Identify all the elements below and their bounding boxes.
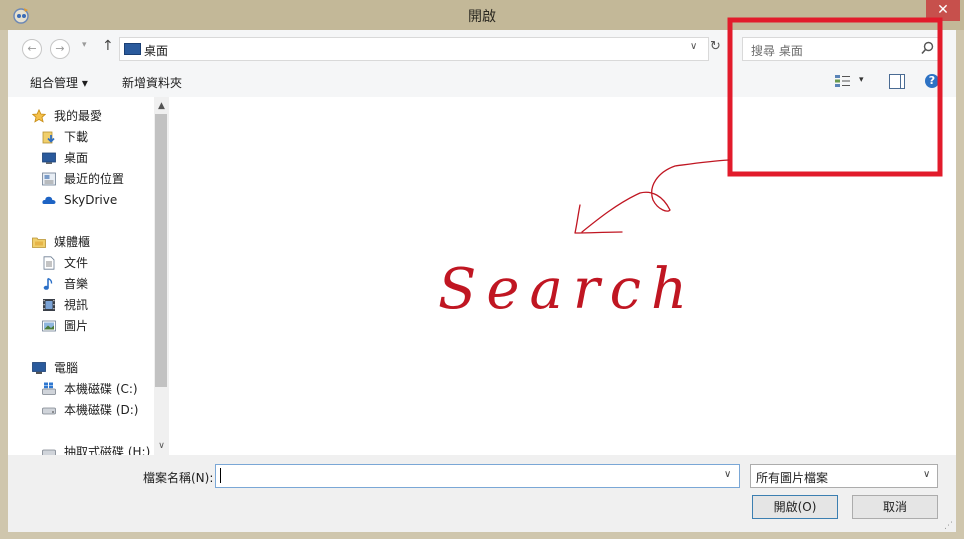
drive-icon: [42, 407, 56, 415]
removable-drive-icon: [42, 449, 56, 455]
video-icon: [43, 299, 55, 311]
desktop-icon: [124, 43, 141, 55]
picture-icon: [42, 320, 56, 332]
scroll-up-arrow-icon[interactable]: ▲: [155, 101, 168, 111]
sidebar-item-label: 文件: [64, 256, 89, 270]
sidebar-item-label: 本機磁碟 (C:): [64, 382, 138, 396]
address-text: 桌面: [144, 44, 169, 58]
sidebar-item-label: SkyDrive: [64, 193, 118, 207]
views-dropdown-icon[interactable]: ▾: [859, 75, 864, 85]
sidebar-scroll-thumb[interactable]: [155, 114, 167, 387]
file-selection-bar: 檔案名稱(N): ∨ 所有圖片檔案 ∨ 開啟(O) 取消 ⋰: [8, 455, 956, 532]
address-bar[interactable]: 桌面 ∨: [119, 37, 709, 61]
resize-grip-icon[interactable]: ⋰: [944, 521, 953, 531]
file-list-area[interactable]: [169, 97, 956, 455]
filename-dropdown-icon[interactable]: ∨: [724, 469, 731, 480]
filetype-dropdown-icon[interactable]: ∨: [923, 469, 930, 480]
open-button[interactable]: 開啟(O): [752, 495, 838, 519]
star-icon: [32, 109, 46, 123]
skydrive-cloud-icon: [42, 196, 56, 204]
sidebar-item-label: 媒體櫃: [54, 235, 91, 249]
sidebar-item-label: 視訊: [64, 298, 89, 312]
views-icon[interactable]: [834, 74, 852, 88]
search-icon[interactable]: [921, 41, 934, 55]
sidebar-item-label: 圖片: [64, 319, 89, 333]
title-bar: 開啟 ✕: [0, 0, 964, 30]
downloads-folder-icon: [42, 131, 55, 144]
computer-icon: [32, 362, 46, 374]
sidebar-item-label: 下載: [64, 130, 89, 144]
sidebar-item-label: 抽取式磁碟 (H:): [64, 445, 151, 455]
forward-button[interactable]: →: [50, 39, 70, 59]
scroll-down-arrow-icon[interactable]: ∨: [155, 441, 168, 451]
recent-locations-button[interactable]: ▾: [82, 40, 87, 50]
music-icon: [43, 277, 53, 290]
help-icon[interactable]: ?: [925, 74, 939, 88]
search-input[interactable]: 搜尋 桌面: [751, 42, 803, 59]
sidebar-item-label: 桌面: [64, 151, 89, 165]
command-toolbar: 組合管理 ▾ 新增資料夾 ▾ ?: [8, 67, 956, 97]
sidebar-item-label: 電腦: [54, 361, 79, 375]
recent-places-icon: [42, 172, 56, 186]
desktop-icon: [42, 152, 56, 164]
sidebar-item-label: 我的最愛: [54, 109, 103, 123]
close-button[interactable]: ✕: [926, 0, 960, 21]
up-button[interactable]: ↑: [102, 38, 114, 54]
filetype-value: 所有圖片檔案: [756, 471, 829, 485]
open-file-dialog: ← → ▾ ↑ 桌面 ∨ ↻ 搜尋 桌面 組合管理 ▾ 新增資料夾 ▾ ? 我的: [8, 30, 956, 532]
windows-drive-icon: [42, 382, 56, 395]
back-button[interactable]: ←: [22, 39, 42, 59]
filename-label: 檔案名稱(N):: [143, 471, 214, 485]
navigation-pane: 我的最愛 下載 桌面 最近的位置 SkyDrive 媒體櫃 文件 音樂 視訊 圖…: [8, 97, 154, 455]
sidebar-item-label: 本機磁碟 (D:): [64, 403, 139, 417]
organize-button[interactable]: 組合管理 ▾: [30, 74, 88, 91]
window-title: 開啟: [468, 9, 496, 25]
filetype-select[interactable]: 所有圖片檔案 ∨: [750, 464, 938, 488]
cancel-button[interactable]: 取消: [852, 495, 938, 519]
search-box[interactable]: 搜尋 桌面: [742, 37, 942, 61]
refresh-button[interactable]: ↻: [710, 39, 721, 54]
filename-input[interactable]: ∨: [215, 464, 740, 488]
text-caret: [220, 468, 221, 483]
preview-pane-icon[interactable]: [889, 74, 905, 89]
address-dropdown-icon[interactable]: ∨: [690, 41, 697, 52]
library-folder-icon: [32, 237, 46, 248]
sidebar-item-label: 音樂: [64, 277, 89, 291]
document-icon: [43, 256, 55, 270]
sidebar-item-label: 最近的位置: [64, 172, 125, 186]
new-folder-button[interactable]: 新增資料夾: [122, 74, 182, 91]
